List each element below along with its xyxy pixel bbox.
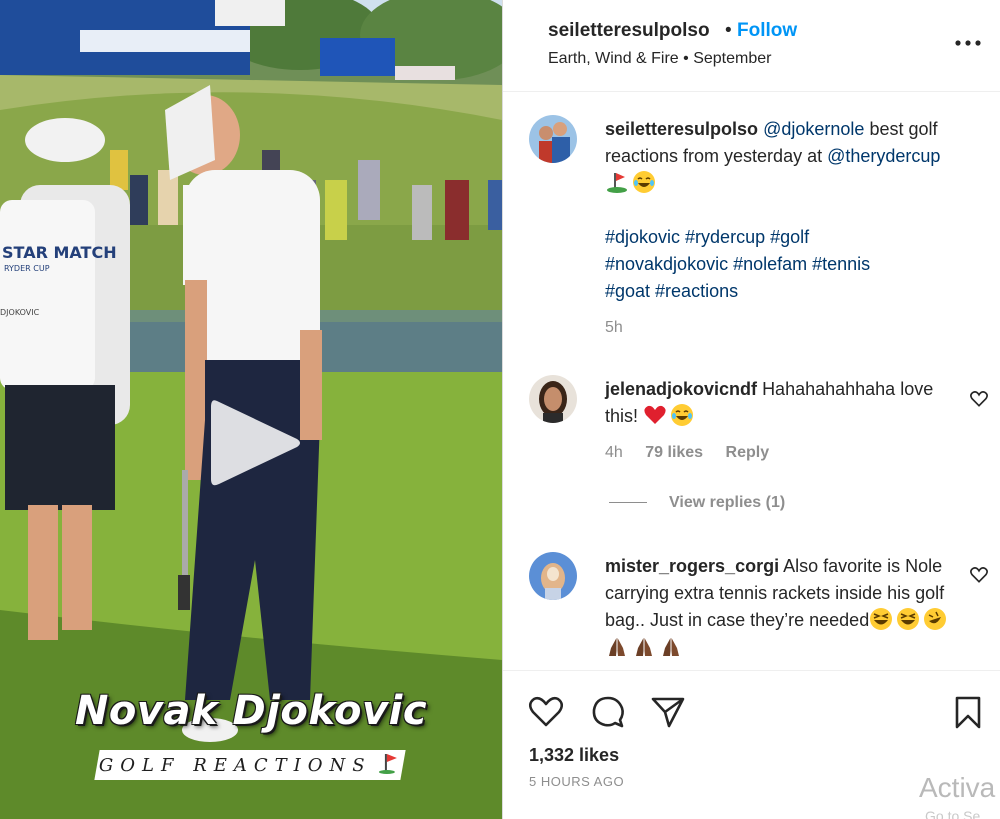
caption-hashtags-1[interactable]: #djokovic #rydercup #golf: [605, 224, 960, 251]
folded-hands-emoji-icon: [636, 637, 652, 656]
folded-hands-emoji-icon: [663, 637, 679, 656]
follow-button[interactable]: Follow: [737, 20, 797, 42]
more-horizontal-icon[interactable]: [953, 28, 983, 58]
comment-1-username[interactable]: jelenadjokovicndf: [605, 379, 757, 399]
comment-avatar-mister-rogers-corgi[interactable]: [529, 552, 577, 600]
tears-of-joy-emoji-icon: [633, 171, 655, 193]
header-username[interactable]: seiletteresulpolso: [548, 20, 710, 42]
caption-time-text: 5h: [605, 319, 623, 336]
caption-username[interactable]: seiletteresulpolso: [605, 119, 758, 139]
caption-hashtags-2[interactable]: #novakdjokovic #nolefam #tennis: [605, 251, 960, 278]
folded-hands-emoji-icon: [609, 637, 625, 656]
caddie-bib-name: DJOKOVIC: [0, 308, 40, 317]
comment-1-likes[interactable]: 79 likes: [645, 444, 703, 461]
grinning-squinting-emoji-icon: [870, 608, 893, 630]
send-icon[interactable]: [649, 693, 687, 731]
comment-2-text: mister_rogers_corgi Also favorite is Nol…: [605, 553, 960, 661]
caption-text: seiletteresulpolso @djokernole best golf…: [605, 116, 960, 305]
comment-1-text: jelenadjokovicndf Hahahahahhaha love thi…: [605, 376, 960, 430]
golf-flag-emoji-icon: [607, 173, 627, 193]
golf-flag-icon: [379, 752, 401, 779]
post-detail-panel: seiletteresulpolso • Follow Earth, Wind …: [502, 0, 1000, 819]
red-heart-emoji-icon: [644, 405, 666, 424]
comments-list[interactable]: seiletteresulpolso @djokernole best golf…: [503, 93, 1000, 670]
heart-icon[interactable]: [527, 693, 565, 731]
comment-1-like-heart-icon[interactable]: [969, 389, 989, 409]
header-dot: •: [725, 20, 732, 41]
post-header: seiletteresulpolso • Follow Earth, Wind …: [503, 0, 1000, 92]
comment-2-body-4: they’re needed: [750, 610, 870, 630]
video-overlay-subtitle: GOLF REACTIONS: [94, 750, 406, 780]
caption-time: 5h: [605, 319, 641, 337]
tears-of-joy-emoji-icon: [671, 404, 694, 426]
view-replies-text: View replies (1): [669, 494, 786, 511]
video-overlay-title: Novak Djokovic: [74, 688, 428, 734]
video-overlay-subtitle-text: GOLF REACTIONS: [98, 754, 372, 776]
view-replies-button[interactable]: View replies (1): [609, 494, 785, 512]
play-icon[interactable]: [205, 393, 305, 493]
post-actions-bar: 1,332 likes 5 HOURS AGO Activa Go to Se: [503, 670, 1000, 819]
caddie-bib-text: STAR MATCH: [2, 243, 117, 262]
post-timestamp: 5 HOURS AGO: [529, 774, 625, 789]
comment-avatar-jelena[interactable]: [529, 375, 577, 423]
comment-1-time: 4h: [605, 444, 623, 461]
comment-2-like-heart-icon[interactable]: [969, 565, 989, 585]
post-media[interactable]: STAR MATCH RYDER CUP DJOKOVIC Novak Djok…: [0, 0, 502, 819]
caption-hashtags-3[interactable]: #goat #reactions: [605, 278, 960, 305]
comment-2-username[interactable]: mister_rogers_corgi: [605, 556, 779, 576]
bookmark-icon[interactable]: [949, 693, 987, 731]
comment-1-body-1: Hahahahahhaha: [762, 379, 896, 399]
likes-count[interactable]: 1,332 likes: [529, 745, 619, 766]
view-replies-line: [609, 502, 647, 504]
caption-mention-djokernole[interactable]: @djokernole: [763, 119, 864, 139]
comment-1-reply-button[interactable]: Reply: [726, 444, 770, 461]
audio-location-subtitle[interactable]: Earth, Wind & Fire • September: [548, 50, 771, 68]
rolling-on-floor-laughing-emoji-icon: [924, 608, 947, 630]
activate-windows-watermark: Activa: [919, 772, 996, 803]
caption-mention-therydercup[interactable]: @therydercup: [827, 146, 940, 166]
grinning-squinting-emoji-icon: [897, 608, 920, 630]
caddie-bib-small: RYDER CUP: [4, 264, 50, 273]
comment-icon[interactable]: [589, 693, 627, 731]
activate-windows-watermark-sub: Go to Se: [925, 808, 981, 819]
comment-1-meta: 4h 79 likes Reply: [605, 444, 787, 462]
comment-2-body-1: Also favorite is: [783, 556, 901, 576]
caption-avatar[interactable]: [529, 115, 577, 163]
